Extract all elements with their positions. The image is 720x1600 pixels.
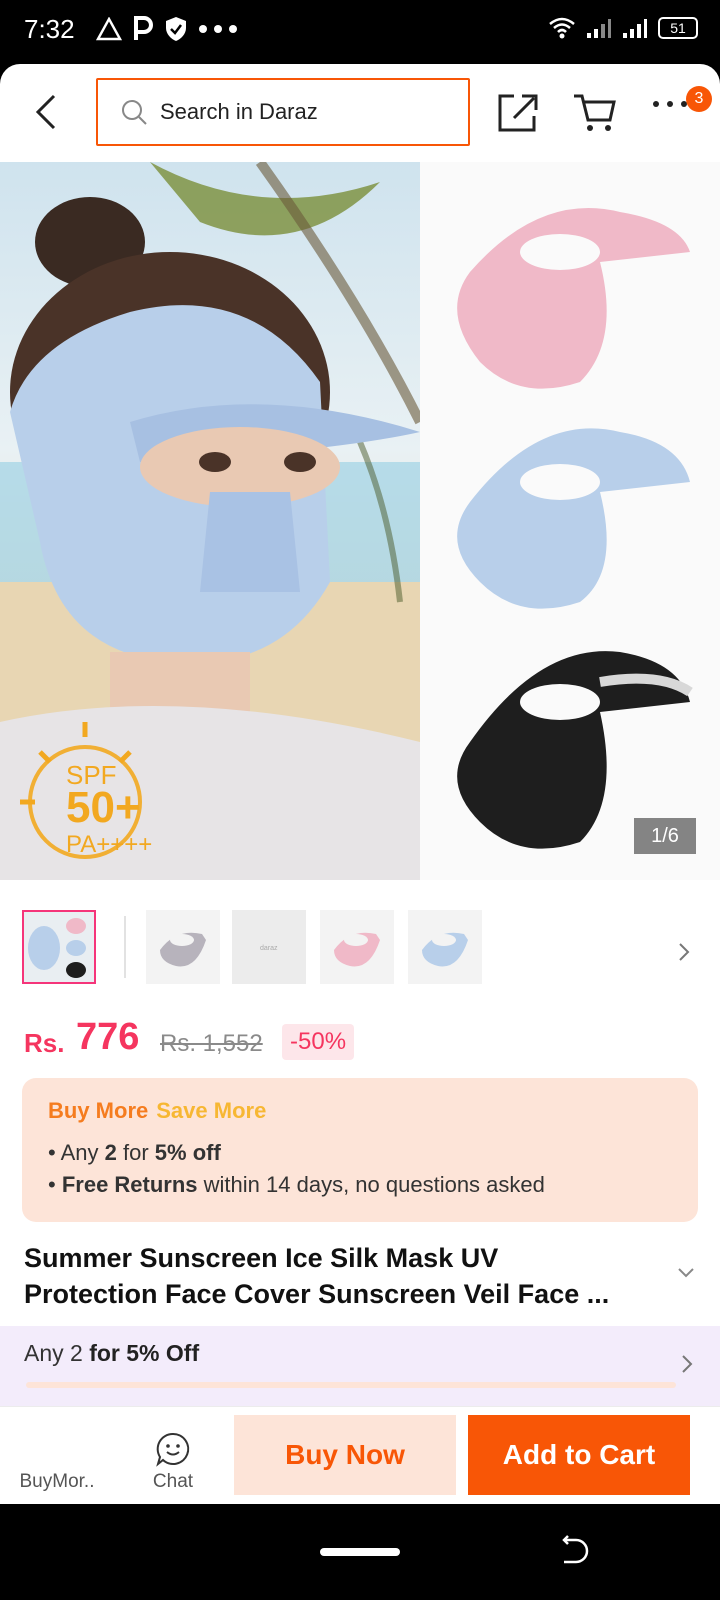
thumbnail-2[interactable]: [146, 910, 220, 984]
buy-now-button[interactable]: Buy Now: [234, 1415, 456, 1495]
bundle-progress-bar: [26, 1382, 676, 1388]
system-nav-bar: [0, 1504, 720, 1600]
search-icon: [122, 100, 147, 125]
more-notifications-icon: [199, 25, 237, 33]
home-gesture-pill[interactable]: [320, 1548, 400, 1556]
add-to-cart-button[interactable]: Add to Cart: [468, 1415, 690, 1495]
promo-section: Buy More Save More • Any 2 for 5% off • F…: [0, 1078, 720, 1226]
price-currency: Rs.: [24, 1028, 65, 1058]
product-title-line1: Summer Sunscreen Ice Silk Mask UV: [24, 1243, 499, 1273]
chat-button[interactable]: Chat: [118, 1407, 228, 1505]
nav-back-icon[interactable]: [558, 1534, 592, 1568]
thumbnail-image: daraz: [232, 910, 306, 984]
thumbnail-image: [320, 910, 394, 984]
thumbnail-divider: [124, 916, 126, 978]
buy-more-label: BuyMor..: [19, 1471, 95, 1492]
price-original: Rs. 1,552: [160, 1030, 263, 1057]
promo-title-save-more: Save More: [156, 1098, 267, 1123]
bundle-text-pre: Any 2: [24, 1340, 90, 1366]
bottom-action-bar: BuyMor.. Chat Buy Now Add to Cart: [0, 1406, 720, 1504]
promo-title: Buy More Save More: [48, 1098, 266, 1124]
parking-icon: [134, 16, 153, 40]
promo-line-returns: • Free Returns within 14 days, no questi…: [48, 1172, 545, 1197]
product-title-line2: Protection Face Cover Sunscreen Veil Fac…: [24, 1279, 610, 1309]
thumbnail-image: [408, 910, 482, 984]
thumbnail-4[interactable]: [320, 910, 394, 984]
bundle-text-bold: for 5% Off: [89, 1340, 200, 1366]
thumbnail-5[interactable]: [408, 910, 482, 984]
wifi-icon: [549, 17, 575, 39]
product-image-gallery[interactable]: SPF 50+ PA++++ 1/6: [0, 162, 720, 880]
product-image: SPF 50+ PA++++: [0, 162, 720, 880]
chevron-right-icon[interactable]: [674, 940, 694, 964]
promo-line1-pre: Any: [60, 1140, 105, 1165]
buy-more-button[interactable]: BuyMor..: [2, 1407, 112, 1505]
signal-icon-2: [623, 19, 647, 38]
search-input[interactable]: Search in Daraz: [96, 78, 470, 146]
chat-icon: [156, 1432, 190, 1467]
image-counter: 1/6: [634, 818, 696, 854]
share-icon[interactable]: [496, 90, 540, 134]
promo-line2-bold: Free Returns: [61, 1172, 198, 1197]
status-bar: 7:32 51: [0, 0, 720, 64]
pa-text: PA++++: [66, 831, 152, 858]
search-placeholder: Search in Daraz: [160, 99, 318, 124]
price-row: Rs. 776 Rs. 1,552 -50%: [0, 1008, 720, 1078]
promo-line1-bold1: 2: [104, 1140, 117, 1165]
cart-icon[interactable]: [572, 90, 618, 134]
promo-line1-bold2: 5% off: [154, 1140, 221, 1165]
more-icon: [653, 101, 687, 107]
shield-icon: [166, 17, 186, 41]
chevron-down-icon[interactable]: [676, 1266, 696, 1280]
bundle-offer-text: Any 2 for 5% Off: [24, 1340, 199, 1367]
thumbnail-image: [146, 910, 220, 984]
chat-label: Chat: [152, 1471, 194, 1492]
discount-badge: -50%: [282, 1024, 355, 1060]
promo-title-buy-more: Buy More: [48, 1098, 149, 1123]
chevron-right-icon: [682, 1355, 693, 1373]
warning-icon: [96, 17, 122, 41]
thumbnail-caption: daraz: [260, 945, 278, 952]
thumbnail-1[interactable]: [22, 910, 96, 984]
battery-icon: 51: [658, 17, 698, 39]
thumbnail-3[interactable]: daraz: [232, 910, 306, 984]
signal-icon: [587, 19, 611, 38]
app-header: Search in Daraz: [0, 64, 720, 162]
promo-line2-rest: within 14 days, no questions asked: [197, 1172, 545, 1197]
product-title: Summer Sunscreen Ice Silk Mask UV Protec…: [24, 1240, 664, 1312]
cart-badge: 3: [686, 86, 712, 112]
status-system-icons: 51: [548, 16, 698, 40]
bundle-offer-row[interactable]: Any 2 for 5% Off: [0, 1326, 720, 1406]
back-button[interactable]: [28, 90, 68, 134]
thumbnail-image: [24, 912, 94, 982]
status-time: 7:32: [24, 14, 75, 44]
product-title-block[interactable]: Summer Sunscreen Ice Silk Mask UV Protec…: [0, 1226, 720, 1326]
spf-value: 50+: [66, 783, 141, 832]
status-notification-icons: [96, 16, 238, 42]
promo-line1-mid: for: [116, 1140, 155, 1165]
promo-line-discount: • Any 2 for 5% off: [48, 1140, 221, 1165]
thumbnail-strip: daraz: [0, 880, 720, 1008]
price-current: 776: [76, 1016, 140, 1058]
buy-more-save-more-card[interactable]: Buy More Save More • Any 2 for 5% off • F…: [22, 1078, 698, 1222]
